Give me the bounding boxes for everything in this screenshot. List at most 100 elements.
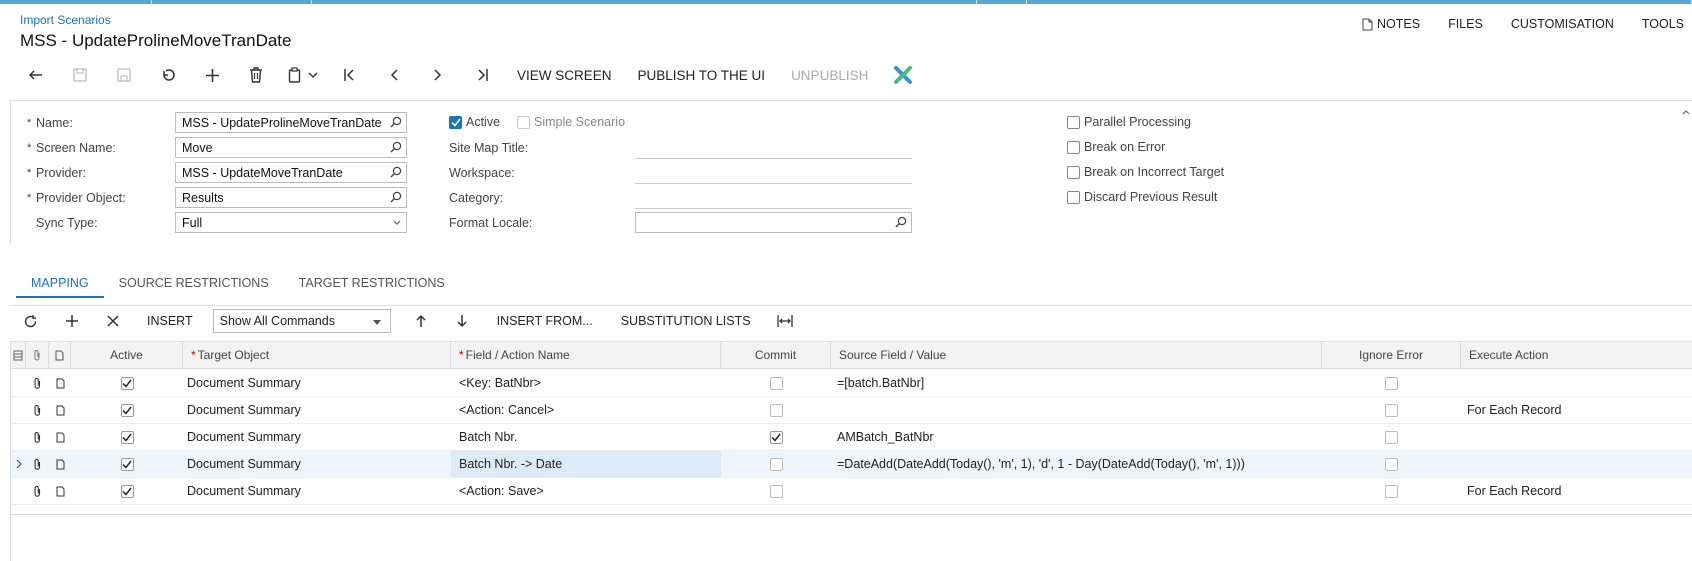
break-on-error-checkbox[interactable]: Break on Error: [1067, 140, 1165, 154]
source-field-cell[interactable]: [831, 397, 1322, 423]
parallel-processing-checkbox[interactable]: Parallel Processing: [1067, 115, 1191, 129]
discard-previous-result-checkbox[interactable]: Discard Previous Result: [1067, 190, 1217, 204]
target-object-column-header[interactable]: * Target Object: [183, 342, 451, 368]
view-screen-button[interactable]: VIEW SCREEN: [504, 60, 625, 90]
note-cell[interactable]: [49, 478, 71, 504]
note-cell[interactable]: [49, 451, 71, 477]
next-record-button[interactable]: [416, 60, 460, 90]
row-selector-header[interactable]: [11, 342, 26, 368]
active-cell[interactable]: [71, 424, 183, 450]
fit-columns-button[interactable]: [765, 307, 806, 335]
screen-name-field[interactable]: Move: [175, 137, 407, 158]
name-field[interactable]: MSS - UpdateProlineMoveTranDate: [175, 112, 407, 133]
ignore-error-cell[interactable]: [1322, 451, 1461, 477]
active-checkbox[interactable]: Active: [449, 115, 500, 129]
workspace-field[interactable]: [635, 183, 912, 184]
target-object-cell[interactable]: Document Summary: [183, 370, 451, 396]
site-map-title-field[interactable]: [635, 158, 912, 159]
active-cell[interactable]: [71, 451, 183, 477]
active-column-header[interactable]: Active: [71, 342, 183, 368]
table-row[interactable]: Document Summary <Action: Cancel> For Each…: [11, 397, 1692, 424]
field-action-cell[interactable]: <Action: Save>: [451, 478, 721, 504]
execute-action-column-header[interactable]: Execute Action: [1461, 342, 1692, 368]
tab-target-restrictions[interactable]: TARGET RESTRICTIONS: [284, 268, 460, 298]
ignore-error-column-header[interactable]: Ignore Error: [1322, 342, 1461, 368]
row-selector[interactable]: [11, 478, 26, 504]
source-field-cell[interactable]: [831, 478, 1322, 504]
target-object-cell[interactable]: Document Summary: [183, 424, 451, 450]
provider-field[interactable]: MSS - UpdateMoveTranDate: [175, 162, 407, 183]
active-cell[interactable]: [71, 397, 183, 423]
breadcrumb[interactable]: Import Scenarios: [20, 13, 111, 27]
format-locale-field[interactable]: [635, 212, 912, 233]
move-down-button[interactable]: [442, 307, 483, 335]
notes-link[interactable]: NOTES: [1362, 17, 1420, 31]
attachment-cell[interactable]: [26, 370, 49, 396]
target-object-cell[interactable]: Document Summary: [183, 397, 451, 423]
add-button[interactable]: [190, 60, 234, 90]
ignore-error-cell[interactable]: [1322, 370, 1461, 396]
previous-record-button[interactable]: [372, 60, 416, 90]
move-up-button[interactable]: [401, 307, 442, 335]
source-field-cell[interactable]: AMBatch_BatNbr: [831, 424, 1322, 450]
refresh-button[interactable]: [10, 307, 51, 335]
field-action-cell[interactable]: Batch Nbr. -> Date: [451, 451, 721, 477]
table-row[interactable]: Document Summary Batch Nbr. -> Date =DateA…: [11, 451, 1692, 478]
field-action-column-header[interactable]: * Field / Action Name: [451, 342, 721, 368]
publish-button[interactable]: PUBLISH TO THE UI: [625, 60, 779, 90]
attachment-cell[interactable]: [26, 397, 49, 423]
commit-column-header[interactable]: Commit: [721, 342, 831, 368]
save-button[interactable]: [102, 60, 146, 90]
unpublish-button[interactable]: UNPUBLISH: [778, 60, 881, 90]
execute-action-cell[interactable]: For Each Record: [1461, 478, 1692, 504]
break-on-incorrect-target-checkbox[interactable]: Break on Incorrect Target: [1067, 165, 1224, 179]
target-object-cell[interactable]: Document Summary: [183, 478, 451, 504]
active-cell[interactable]: [71, 478, 183, 504]
files-link[interactable]: FILES: [1448, 17, 1483, 31]
row-selector[interactable]: [11, 424, 26, 450]
table-row[interactable]: Document Summary <Key: BatNbr> =[batch.Bat…: [11, 370, 1692, 397]
ignore-error-cell[interactable]: [1322, 397, 1461, 423]
ignore-error-cell[interactable]: [1322, 424, 1461, 450]
source-field-cell[interactable]: =[batch.BatNbr]: [831, 370, 1322, 396]
collapse-icon[interactable]: [1682, 103, 1690, 118]
delete-button[interactable]: [234, 60, 278, 90]
tab-source-restrictions[interactable]: SOURCE RESTRICTIONS: [104, 268, 284, 298]
ignore-error-cell[interactable]: [1322, 478, 1461, 504]
field-action-cell[interactable]: Batch Nbr.: [451, 424, 721, 450]
attachment-cell[interactable]: [26, 451, 49, 477]
undo-button[interactable]: [146, 60, 190, 90]
note-cell[interactable]: [49, 424, 71, 450]
show-commands-select[interactable]: Show All Commands: [212, 309, 391, 333]
commit-cell[interactable]: [721, 478, 831, 504]
commit-cell[interactable]: [721, 424, 831, 450]
copy-paste-button[interactable]: [278, 60, 328, 90]
save-close-button[interactable]: [58, 60, 102, 90]
provider-object-field[interactable]: Results: [175, 187, 407, 208]
execute-action-cell[interactable]: [1461, 424, 1692, 450]
back-button[interactable]: [14, 60, 58, 90]
delete-row-button[interactable]: [92, 307, 133, 335]
table-row[interactable]: Document Summary Batch Nbr. AMBatch_BatNbr: [11, 424, 1692, 451]
last-record-button[interactable]: [460, 60, 504, 90]
execute-action-cell[interactable]: [1461, 370, 1692, 396]
field-action-cell[interactable]: <Key: BatNbr>: [451, 370, 721, 396]
tab-mapping[interactable]: MAPPING: [16, 268, 104, 298]
commit-cell[interactable]: [721, 370, 831, 396]
attachment-cell[interactable]: [26, 478, 49, 504]
attachment-cell[interactable]: [26, 424, 49, 450]
insert-button[interactable]: INSERT: [133, 307, 207, 335]
source-field-cell[interactable]: =DateAdd(DateAdd(Today(), 'm', 1), 'd', …: [831, 451, 1322, 477]
source-field-column-header[interactable]: Source Field / Value: [831, 342, 1322, 368]
note-cell[interactable]: [49, 370, 71, 396]
simple-scenario-checkbox[interactable]: Simple Scenario: [517, 115, 625, 129]
tools-link[interactable]: TOOLS: [1642, 17, 1684, 31]
note-cell[interactable]: [49, 397, 71, 423]
commit-cell[interactable]: [721, 451, 831, 477]
active-cell[interactable]: [71, 370, 183, 396]
customisation-link[interactable]: CUSTOMISATION: [1511, 17, 1614, 31]
sync-type-select[interactable]: Full: [175, 212, 407, 233]
row-selector[interactable]: [11, 451, 26, 477]
acumatica-logo-button[interactable]: [881, 60, 925, 90]
add-row-button[interactable]: [51, 307, 92, 335]
